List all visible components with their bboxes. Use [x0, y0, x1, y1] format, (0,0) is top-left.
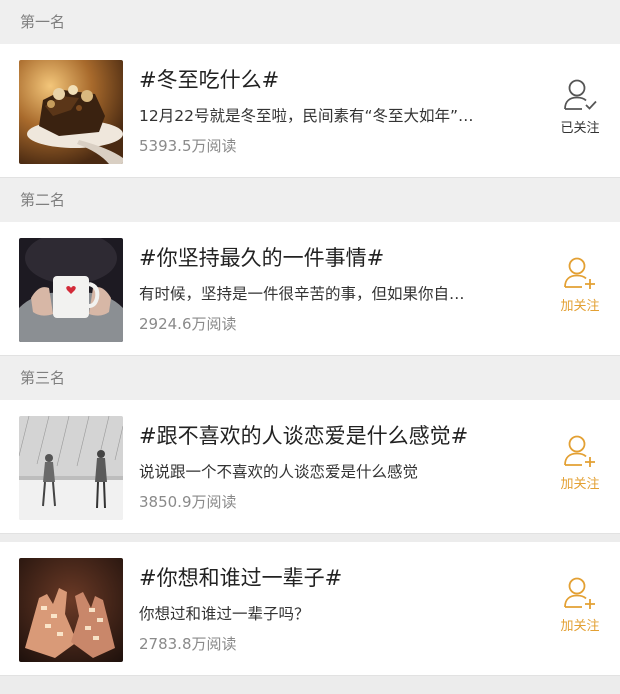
user-add-icon: [564, 577, 595, 609]
topic-card-3[interactable]: #跟不喜欢的人谈恋爱是什么感觉# 说说跟一个不喜欢的人谈恋爱是什么感觉 3850…: [0, 400, 620, 534]
topic-title[interactable]: #跟不喜欢的人谈恋爱是什么感觉#: [139, 420, 529, 452]
topic-description: 你想过和谁过一辈子吗？: [139, 605, 310, 623]
topic-read-count: 2783.8万阅读: [139, 635, 237, 653]
follow-button[interactable]: 加关注: [552, 256, 608, 314]
topic-thumbnail-3[interactable]: [19, 416, 123, 520]
dessert-on-spoon-image: [19, 60, 123, 164]
topic-card-2[interactable]: #你坚持最久的一件事情# 有时候，坚持是一件很辛苦的事，但如果你自… 2924.…: [0, 222, 620, 356]
hands-in-light-image: [19, 558, 123, 662]
follow-label: 已关注: [560, 121, 600, 136]
rank-header-1: 第一名: [0, 0, 620, 44]
topic-description: 12月22号就是冬至啦，民间素有“冬至大如年”…: [139, 107, 474, 125]
hands-holding-mug-image: [19, 238, 123, 342]
topic-description: 说说跟一个不喜欢的人谈恋爱是什么感觉: [139, 463, 419, 481]
topic-card-1[interactable]: #冬至吃什么# 12月22号就是冬至啦，民间素有“冬至大如年”… 5393.5万…: [0, 44, 620, 178]
topic-title[interactable]: #你坚持最久的一件事情#: [139, 242, 529, 274]
topic-description: 有时候，坚持是一件很辛苦的事，但如果你自…: [139, 285, 465, 303]
user-add-icon: [564, 435, 595, 467]
follow-label: 加关注: [560, 299, 600, 314]
user-check-icon: [564, 79, 597, 110]
user-add-icon: [564, 257, 595, 289]
follow-label: 加关注: [560, 477, 600, 492]
topic-thumbnail-4[interactable]: [19, 558, 123, 662]
rank-header-2: 第二名: [0, 178, 620, 222]
topic-title[interactable]: #冬至吃什么#: [139, 64, 529, 96]
topic-read-count: 5393.5万阅读: [139, 137, 237, 155]
topic-card-4[interactable]: #你想和谁过一辈子# 你想过和谁过一辈子吗？ 2783.8万阅读 加关注: [0, 542, 620, 676]
topic-thumbnail-1[interactable]: [19, 60, 123, 164]
follow-button[interactable]: 加关注: [552, 576, 608, 634]
follow-button[interactable]: 加关注: [552, 434, 608, 492]
topic-read-count: 2924.6万阅读: [139, 315, 237, 333]
topic-thumbnail-2[interactable]: [19, 238, 123, 342]
section-gap: [0, 534, 620, 542]
follow-label: 加关注: [560, 619, 600, 634]
followed-button[interactable]: 已关注: [552, 78, 608, 136]
topic-title[interactable]: #你想和谁过一辈子#: [139, 562, 529, 594]
couple-sketch-image: [19, 416, 123, 520]
topic-read-count: 3850.9万阅读: [139, 493, 237, 511]
rank-header-3: 第三名: [0, 356, 620, 400]
